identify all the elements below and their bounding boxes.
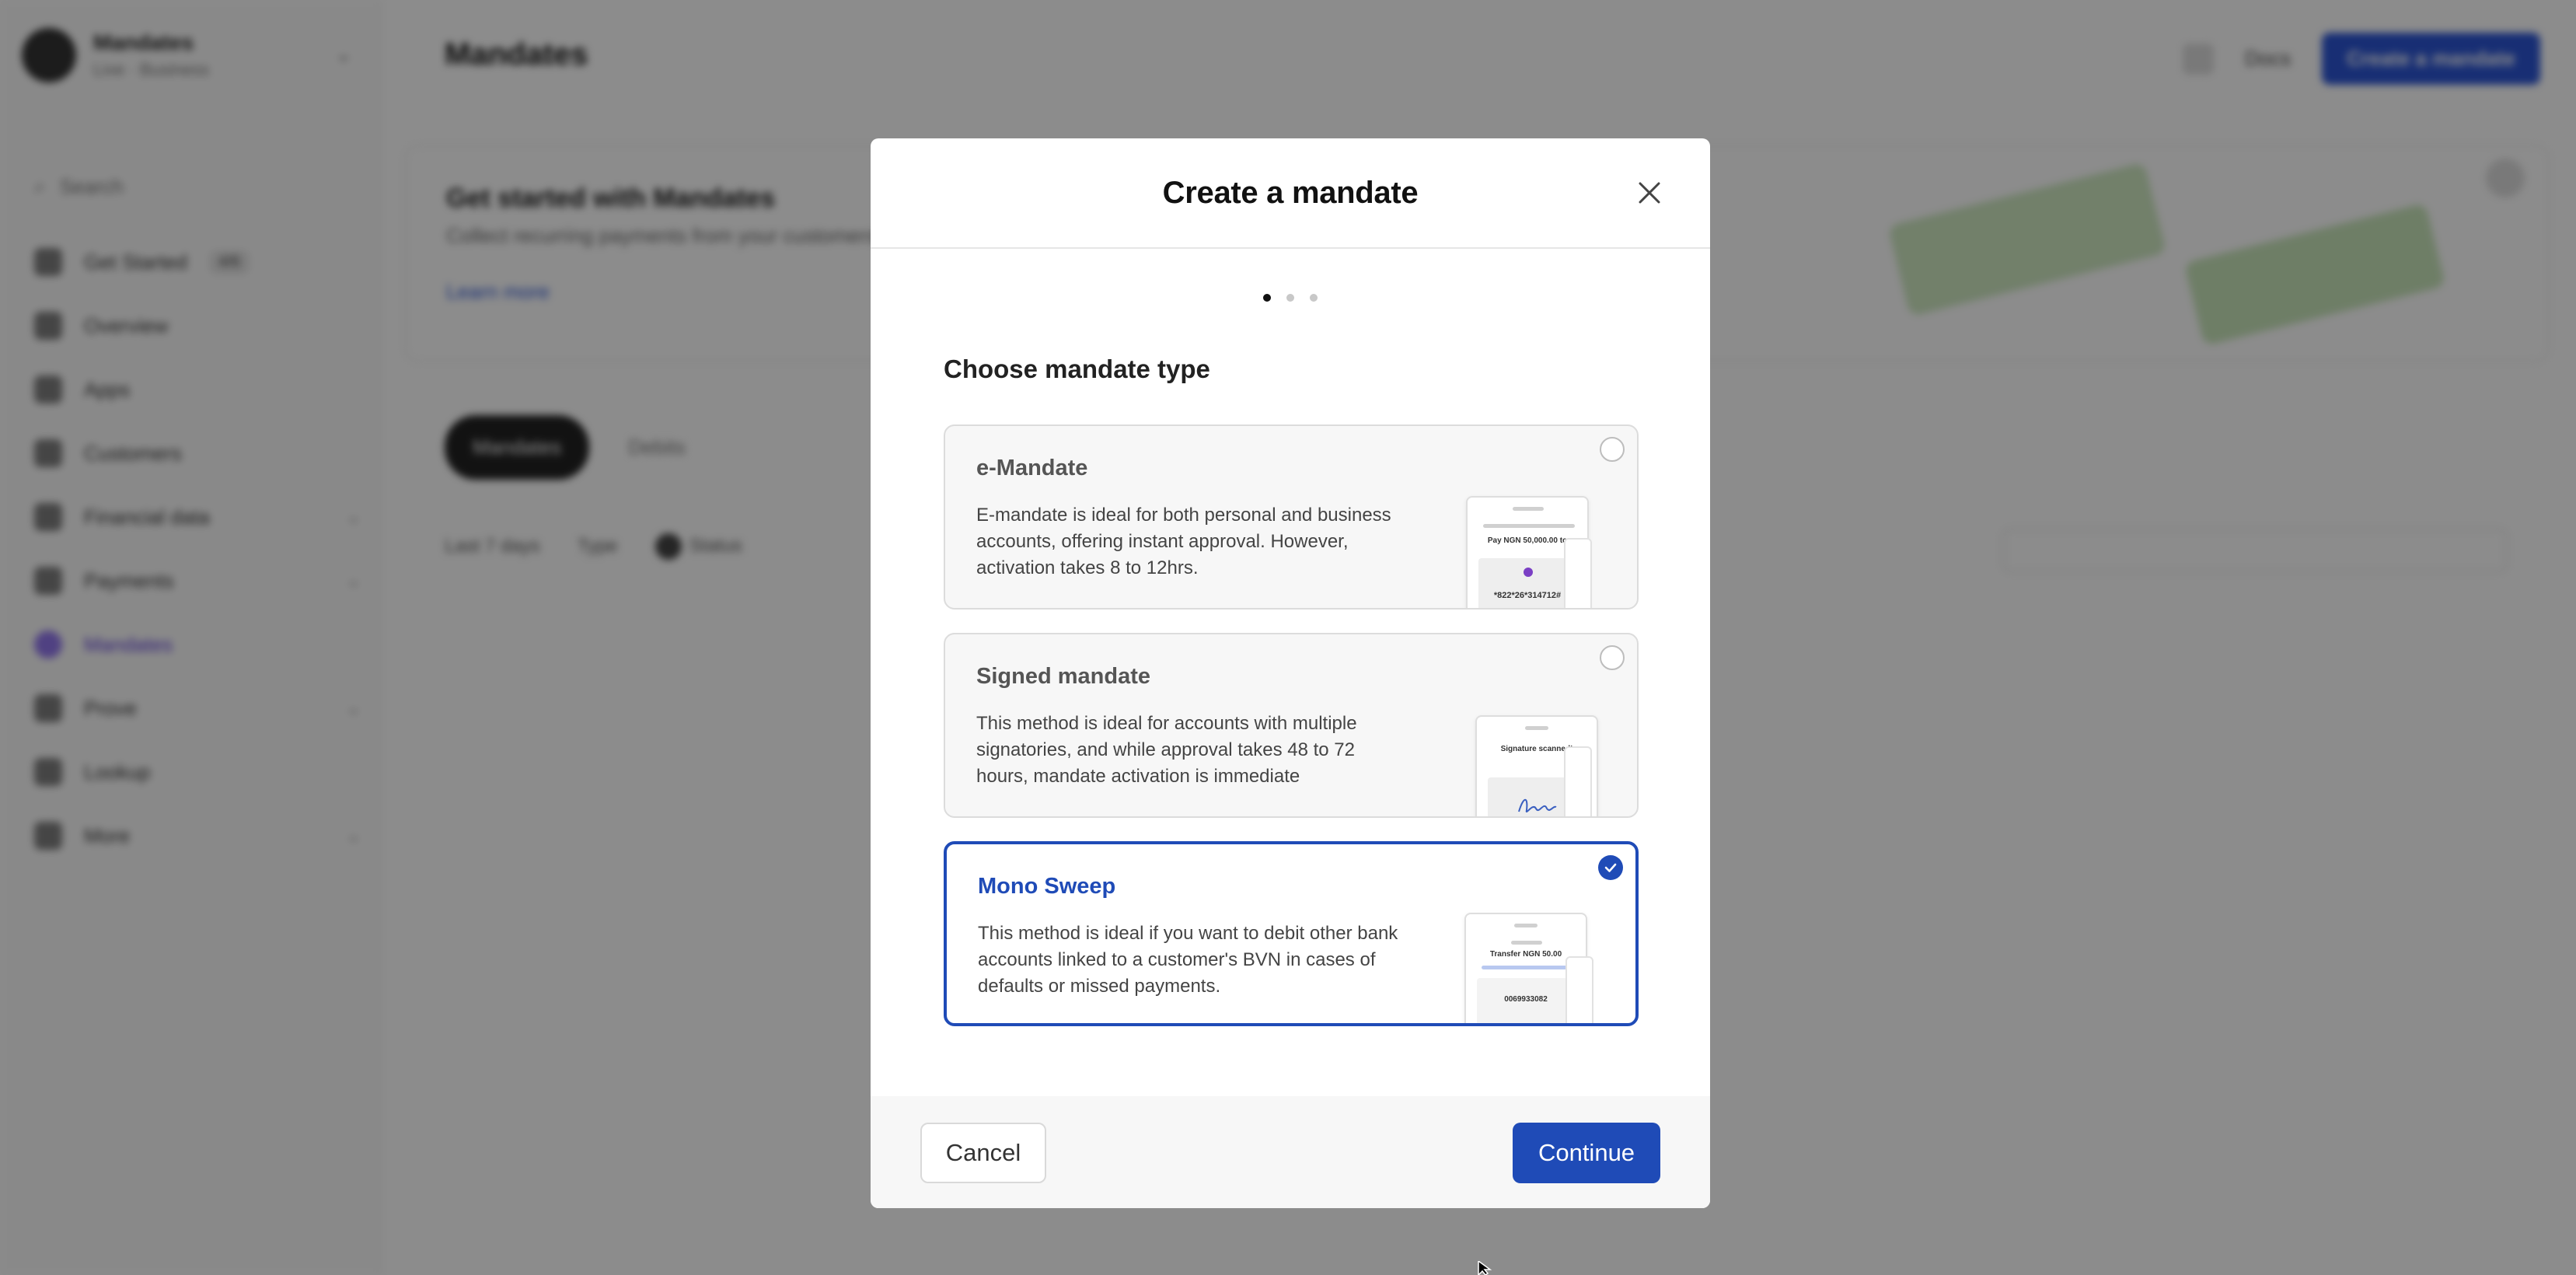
option-mono-sweep[interactable]: Mono Sweep This method is ideal if you w…	[944, 841, 1639, 1026]
preview-card-back	[1565, 956, 1593, 1023]
option-title: e-Mandate	[976, 456, 1088, 480]
modal-title: Create a mandate	[1162, 175, 1419, 210]
modal-footer: Cancel Continue	[871, 1096, 1710, 1208]
radio-button[interactable]	[1600, 645, 1625, 670]
close-icon[interactable]	[1634, 177, 1665, 208]
step-dot-active	[1263, 294, 1271, 302]
option-description: E-mandate is ideal for both personal and…	[976, 505, 1391, 578]
mouse-cursor-icon	[1478, 1261, 1492, 1275]
cancel-button[interactable]: Cancel	[920, 1123, 1046, 1183]
option-description: This method is ideal if you want to debi…	[978, 923, 1398, 997]
step-indicator	[871, 294, 1710, 302]
option-title: Signed mandate	[976, 664, 1150, 689]
option-signed-mandate[interactable]: Signed mandate This method is ideal for …	[944, 633, 1639, 818]
preview-card-back	[1564, 538, 1592, 608]
step-dot	[1286, 294, 1294, 302]
option-title: Mono Sweep	[978, 874, 1116, 899]
check-icon	[1604, 863, 1617, 872]
radio-button[interactable]	[1600, 437, 1625, 462]
step-dot	[1310, 294, 1318, 302]
create-mandate-modal: Create a mandate Choose mandate type e-M…	[871, 138, 1710, 1208]
option-e-mandate[interactable]: e-Mandate E-mandate is ideal for both pe…	[944, 424, 1639, 610]
preview-card-back	[1564, 746, 1592, 816]
continue-button[interactable]: Continue	[1513, 1123, 1660, 1183]
section-title: Choose mandate type	[944, 355, 1210, 383]
modal-header: Create a mandate	[871, 138, 1710, 249]
radio-button-checked[interactable]	[1598, 855, 1623, 880]
signature-icon	[1518, 798, 1557, 812]
option-description: This method is ideal for accounts with m…	[976, 713, 1357, 787]
